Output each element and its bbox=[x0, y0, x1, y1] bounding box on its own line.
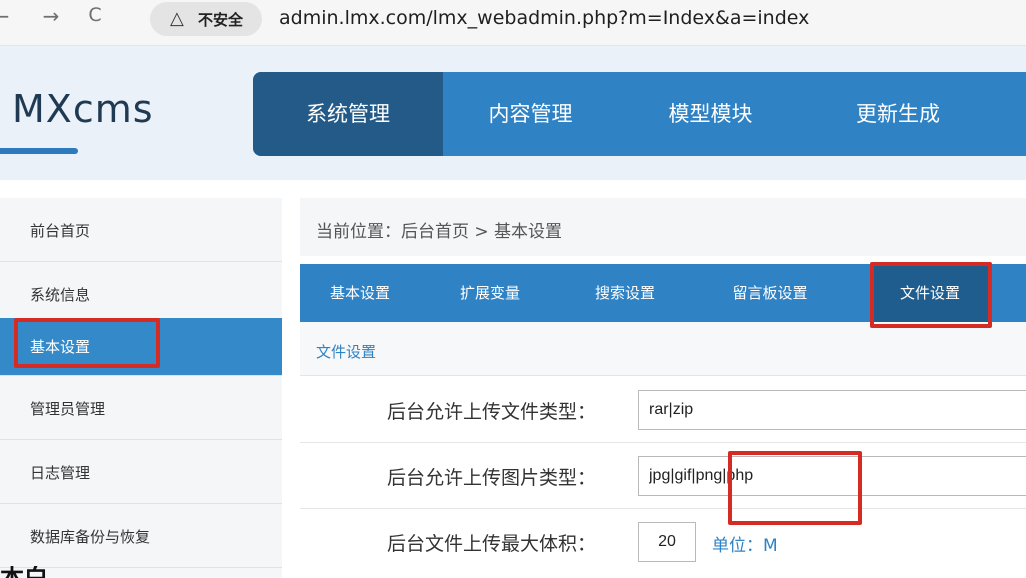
highlight-box-sidebar bbox=[14, 318, 160, 368]
sidebar-item-label: 日志管理 bbox=[30, 464, 91, 482]
top-navigation: 系统管理 内容管理 模型模块 更新生成 bbox=[253, 72, 1026, 156]
section-title-text: 文件设置 bbox=[316, 343, 377, 361]
address-bar[interactable]: △ 不安全 admin.lmx.com/lmx_webadmin.php?m=I… bbox=[150, 2, 1026, 36]
form-row-max-upload-size: 后台文件上传最大体积： 单位：M bbox=[300, 509, 1026, 575]
logo-underline bbox=[0, 148, 78, 154]
sidebar-item-label: 系统信息 bbox=[30, 286, 91, 304]
browser-toolbar: ← → C △ 不安全 admin.lmx.com/lmx_webadmin.p… bbox=[0, 0, 1026, 46]
clipped-text-fragment: 本白 bbox=[0, 566, 48, 578]
security-label: 不安全 bbox=[198, 11, 244, 29]
sidebar-item-front-home[interactable]: 前台首页 bbox=[0, 198, 282, 262]
sidebar-item-database-backup[interactable]: 数据库备份与恢复 bbox=[0, 504, 282, 568]
sidebar-item-system-info[interactable]: 系统信息 bbox=[0, 262, 282, 326]
url-text[interactable]: admin.lmx.com/lmx_webadmin.php?m=Index&a… bbox=[279, 7, 809, 29]
sidebar-item-label: 管理员管理 bbox=[30, 400, 106, 418]
sidebar: 前台首页 系统信息 基本设置 管理员管理 日志管理 数据库备份与恢复 bbox=[0, 198, 282, 578]
security-badge[interactable]: △ 不安全 bbox=[150, 2, 262, 36]
site-logo: MXcms bbox=[12, 87, 154, 131]
admin-header: MXcms 系统管理 内容管理 模型模块 更新生成 bbox=[0, 46, 1026, 180]
sidebar-item-label: 数据库备份与恢复 bbox=[30, 528, 151, 546]
highlight-box-file-settings-tab bbox=[870, 262, 992, 328]
warning-icon: △ bbox=[170, 8, 184, 29]
max-upload-size-input[interactable] bbox=[638, 522, 696, 562]
field-label: 后台允许上传文件类型： bbox=[386, 401, 596, 423]
breadcrumb: 当前位置：后台首页 > 基本设置 bbox=[300, 198, 1026, 256]
form-row-upload-image-types: 后台允许上传图片类型： bbox=[300, 443, 1026, 509]
field-label: 后台文件上传最大体积： bbox=[386, 533, 596, 555]
field-label: 后台允许上传图片类型： bbox=[386, 467, 596, 489]
tab-system-management[interactable]: 系统管理 bbox=[253, 72, 443, 156]
subtab-search-settings[interactable]: 搜索设置 bbox=[565, 264, 685, 322]
forward-arrow-icon[interactable]: → bbox=[38, 4, 64, 28]
form-row-upload-file-types: 后台允许上传文件类型： bbox=[300, 377, 1026, 443]
sidebar-item-label: 前台首页 bbox=[30, 222, 91, 240]
reload-icon[interactable]: C bbox=[82, 4, 108, 26]
tab-model-modules[interactable]: 模型模块 bbox=[618, 72, 803, 156]
highlight-box-php-extension bbox=[728, 451, 862, 525]
subtab-extended-variables[interactable]: 扩展变量 bbox=[430, 264, 550, 322]
sidebar-item-log-management[interactable]: 日志管理 bbox=[0, 440, 282, 504]
subtab-guestbook-settings[interactable]: 留言板设置 bbox=[700, 264, 840, 322]
section-title: 文件设置 bbox=[300, 322, 1026, 376]
breadcrumb-text: 当前位置：后台首页 > 基本设置 bbox=[316, 222, 563, 242]
sidebar-item-admin-management[interactable]: 管理员管理 bbox=[0, 376, 282, 440]
tab-content-management[interactable]: 内容管理 bbox=[443, 72, 618, 156]
tab-update-generate[interactable]: 更新生成 bbox=[803, 72, 993, 156]
size-unit-label: 单位：M bbox=[712, 536, 778, 556]
upload-file-types-input[interactable] bbox=[638, 390, 1026, 430]
back-arrow-icon[interactable]: ← bbox=[0, 4, 14, 28]
subtab-basic-settings[interactable]: 基本设置 bbox=[300, 264, 420, 322]
